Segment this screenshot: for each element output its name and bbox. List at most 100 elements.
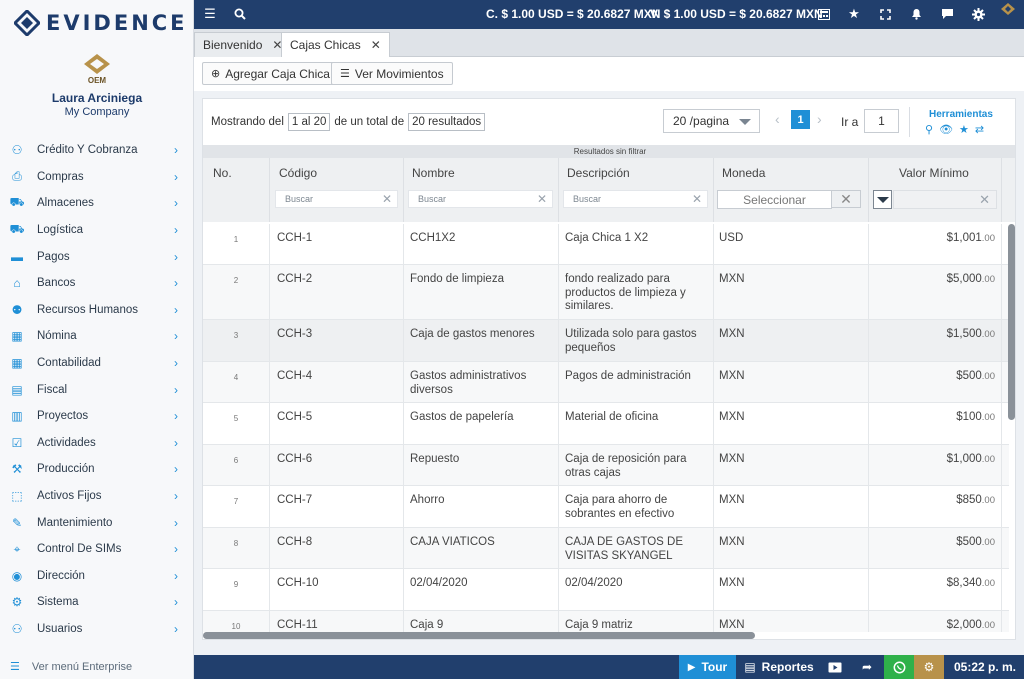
currency-select[interactable]: Seleccionar (717, 190, 832, 209)
add-petty-cash-button[interactable]: ⊕ Agregar Caja Chica (202, 62, 339, 85)
sidebar-item-usuarios[interactable]: ⚇ Usuarios › (0, 616, 194, 643)
divider (269, 569, 270, 610)
sidebar-item-compras[interactable]: ⎙ Compras › (0, 164, 194, 191)
settings-gear-icon[interactable] (970, 6, 986, 22)
sidebar-item-almacenes[interactable]: ⛟ Almacenes › (0, 190, 194, 217)
amount-integer: $1,001 (946, 232, 982, 244)
sidebar-item-activos-fijos[interactable]: ⬚ Activos Fijos › (0, 483, 194, 510)
chevron-right-icon: › (174, 489, 178, 504)
table-row[interactable]: 9 CCH-10 02/04/2020 02/04/2020 MXN $8,340.00 (203, 569, 1009, 611)
tab-label: Bienvenido (203, 38, 263, 52)
table-row[interactable]: 1 CCH-1 CCH1X2 Caja Chica 1 X2 USD $1,001.00 (203, 224, 1009, 265)
table-row[interactable]: 10 CCH-11 Caja 9 Caja 9 matriz MXN $2,000.00 (203, 611, 1009, 632)
enterprise-menu-link[interactable]: ☰ Ver menú Enterprise (10, 660, 132, 674)
share-icon[interactable]: ➦ (852, 655, 882, 679)
sidebar-item-credito-y-cobranza[interactable]: ⚇ Crédito Y Cobranza › (0, 137, 194, 164)
filter-operator-dropdown[interactable] (873, 190, 892, 209)
sidebar-item-proyectos[interactable]: ▥ Proyectos › (0, 403, 194, 430)
visibility-icon[interactable]: 👁 (939, 123, 953, 136)
brand-name: EVIDENCE (46, 11, 188, 35)
cell-currency: MXN (719, 411, 745, 423)
clear-icon[interactable]: ✕ (979, 192, 990, 208)
clock: 05:22 p. m. (953, 660, 1016, 674)
col-header-no[interactable]: No. (213, 166, 232, 180)
chat-icon[interactable] (939, 6, 955, 22)
sidebar-item-recursos-humanos[interactable]: ⚉ Recursos Humanos › (0, 297, 194, 324)
divider (1001, 403, 1002, 444)
table-row[interactable]: 6 CCH-6 Repuesto Caja de reposición para ot… (203, 445, 1009, 486)
avatar[interactable]: OEM (80, 52, 114, 86)
divider (1001, 362, 1002, 402)
brand-logo[interactable]: EVIDENCE (12, 8, 188, 38)
reports-button[interactable]: ▤ Reportes (738, 655, 820, 679)
description-search-input[interactable]: Buscar ✕ (563, 190, 708, 208)
col-header-description[interactable]: Descripción (567, 166, 630, 180)
clear-icon[interactable]: ✕ (382, 192, 392, 206)
fullscreen-icon[interactable] (877, 6, 893, 22)
tour-button[interactable]: ▶ Tour (679, 655, 736, 679)
sidebar-item-fiscal[interactable]: ▤ Fiscal › (0, 376, 194, 403)
clear-icon[interactable]: ✕ (831, 190, 861, 208)
page-size-select[interactable]: 20 /pagina (663, 109, 760, 133)
amount-cents: .00 (981, 233, 995, 244)
next-page-icon[interactable]: › (817, 111, 822, 127)
calculator-icon[interactable] (816, 6, 832, 22)
whatsapp-icon[interactable] (884, 655, 914, 679)
cell-min-value: $1,000.00 (947, 453, 995, 467)
table-row[interactable]: 2 CCH-2 Fondo de limpieza fondo realizado p… (203, 265, 1009, 320)
divider (909, 107, 910, 137)
col-header-currency[interactable]: Moneda (722, 166, 765, 180)
sidebar-item-mantenimiento[interactable]: ✎ Mantenimiento › (0, 509, 194, 536)
settings-gear-icon[interactable]: ⚙ (914, 655, 944, 679)
table-row[interactable]: 4 CCH-4 Gastos administrativos diversos Pag… (203, 362, 1009, 403)
sidebar-item-nomina[interactable]: ▦ Nómina › (0, 323, 194, 350)
col-header-min-value[interactable]: Valor Mínimo (899, 166, 969, 180)
min-value-filter-input[interactable]: ✕ (893, 190, 997, 209)
divider (868, 611, 869, 632)
table-row[interactable]: 8 CCH-8 CAJA VIATICOS CAJA DE GASTOS DE VIS… (203, 528, 1009, 569)
tab-cajas-chicas[interactable]: Cajas Chicas ✕ (281, 32, 390, 57)
tab-bienvenido[interactable]: Bienvenido ✕ (194, 32, 292, 57)
table-row[interactable]: 5 CCH-5 Gastos de papelería Material de ofi… (203, 403, 1009, 445)
vertical-scrollbar[interactable] (1008, 224, 1015, 420)
bell-icon[interactable] (908, 6, 924, 22)
code-search-input[interactable]: Buscar ✕ (275, 190, 398, 208)
search-icon[interactable]: ⚲ (925, 123, 933, 136)
sidebar-item-bancos[interactable]: ⌂ Bancos › (0, 270, 194, 297)
cell-name: Caja 9 (410, 619, 444, 631)
view-movements-button[interactable]: ☰ Ver Movimientos (331, 62, 453, 85)
divider (403, 569, 404, 610)
col-header-code[interactable]: Código (279, 166, 317, 180)
sidebar-item-logistica[interactable]: ⛟ Logística › (0, 217, 194, 244)
table-row[interactable]: 7 CCH-7 Ahorro Caja para ahorro de sobrante… (203, 486, 1009, 528)
swap-icon[interactable]: ⇄ (975, 123, 984, 136)
star-icon[interactable]: ★ (959, 123, 969, 136)
col-header-name[interactable]: Nombre (412, 166, 455, 180)
prev-page-icon[interactable]: ‹ (775, 111, 780, 127)
sidebar-item-pagos[interactable]: ▬ Pagos › (0, 243, 194, 270)
video-icon[interactable] (820, 655, 850, 679)
sidebar-item-control-de-sims[interactable]: ⌖ Control De SIMs › (0, 536, 194, 563)
search-icon[interactable] (232, 6, 248, 22)
name-search-input[interactable]: Buscar ✕ (408, 190, 553, 208)
divider (868, 362, 869, 402)
hamburger-menu-icon[interactable]: ☰ (202, 6, 218, 22)
divider (269, 362, 270, 402)
sidebar-item-sistema[interactable]: ⚙ Sistema › (0, 589, 194, 616)
horizontal-scrollbar[interactable] (203, 632, 755, 639)
table-row[interactable]: 3 CCH-3 Caja de gastos menores Utilizada so… (203, 320, 1009, 362)
sidebar-item-produccion[interactable]: ⚒ Producción › (0, 456, 194, 483)
sidebar: EVIDENCE OEM Laura Arciniega My Company … (0, 0, 194, 679)
clear-icon[interactable]: ✕ (537, 192, 547, 206)
divider (1001, 486, 1002, 527)
sidebar-item-actividades[interactable]: ☑ Actividades › (0, 430, 194, 457)
goto-page-input[interactable]: 1 (864, 109, 899, 133)
close-icon[interactable]: ✕ (371, 38, 381, 52)
star-icon[interactable]: ★ (846, 6, 862, 22)
company-logo-icon[interactable] (1000, 3, 1016, 19)
sidebar-item-direccion[interactable]: ◉ Dirección › (0, 563, 194, 590)
clear-icon[interactable]: ✕ (692, 192, 702, 206)
topbar: ☰ C. $ 1.00 USD = $ 20.6827 MXN V. $ 1.0… (194, 0, 1024, 29)
sidebar-item-contabilidad[interactable]: ▦ Contabilidad › (0, 350, 194, 377)
page-button-current[interactable]: 1 (791, 110, 810, 129)
